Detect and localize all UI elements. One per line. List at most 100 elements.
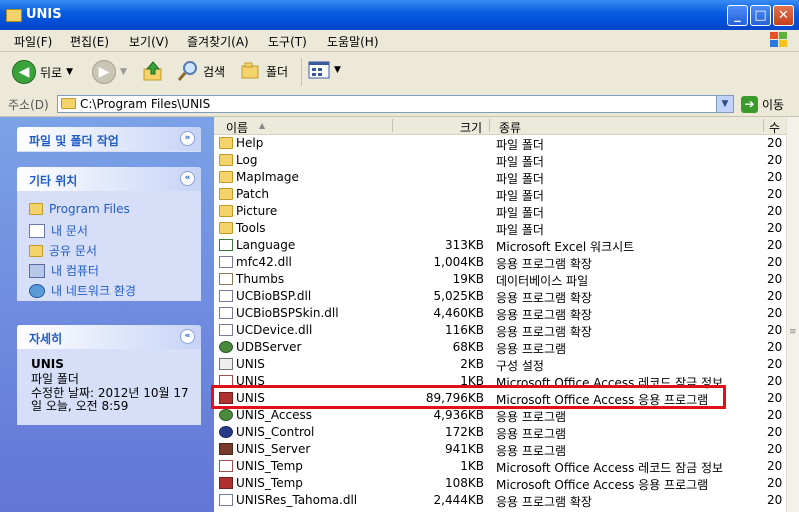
- file-row[interactable]: Patch 파일 폴더 20: [214, 186, 786, 203]
- column-divider[interactable]: [763, 119, 764, 132]
- file-row[interactable]: Picture 파일 폴더 20: [214, 203, 786, 220]
- file-row[interactable]: mfc42.dll 1,004KB 응용 프로그램 확장 20: [214, 254, 786, 271]
- up-folder-button[interactable]: [142, 60, 164, 82]
- views-button[interactable]: ▼: [308, 60, 341, 80]
- details-name: UNIS: [31, 357, 64, 371]
- file-row[interactable]: Log 파일 폴더 20: [214, 152, 786, 169]
- file-date: 20: [767, 187, 783, 201]
- link-my-documents[interactable]: 내 문서: [29, 222, 88, 239]
- file-row[interactable]: UNIS_Server 941KB 응용 프로그램 20: [214, 441, 786, 458]
- link-label: 내 컴퓨터: [51, 264, 99, 278]
- file-date: 20: [767, 221, 783, 235]
- file-row[interactable]: UNISRes_Tahoma.dll 2,444KB 응용 프로그램 확장 20: [214, 492, 786, 509]
- address-dropdown-icon[interactable]: ▼: [716, 96, 733, 112]
- file-size: 108KB: [444, 476, 484, 490]
- file-row[interactable]: UCBioBSP.dll 5,025KB 응용 프로그램 확장 20: [214, 288, 786, 305]
- forward-arrow-icon: ▶: [92, 60, 116, 84]
- file-row[interactable]: Help 파일 폴더 20: [214, 135, 786, 152]
- file-date: 20: [767, 306, 783, 320]
- file-name: mfc42.dll: [236, 255, 292, 269]
- windows-logo-icon: [770, 32, 787, 47]
- menu-favorites[interactable]: 즐겨찾기(A): [187, 33, 249, 50]
- address-input[interactable]: C:\Program Files\UNIS ▼: [57, 95, 734, 113]
- file-size: 941KB: [444, 442, 484, 456]
- file-row[interactable]: UCBioBSPSkin.dll 4,460KB 응용 프로그램 확장 20: [214, 305, 786, 322]
- link-my-network[interactable]: 내 네트워크 환경: [29, 282, 136, 299]
- back-button[interactable]: ◀ 뒤로 ▼: [12, 60, 73, 84]
- file-row[interactable]: Thumbs 19KB 데이터베이스 파일 20: [214, 271, 786, 288]
- menu-tools[interactable]: 도구(T): [268, 33, 307, 50]
- collapse-icon[interactable]: «: [180, 171, 195, 186]
- file-type: 응용 프로그램: [496, 410, 567, 424]
- collapse-icon[interactable]: «: [180, 329, 195, 344]
- file-name: MapImage: [236, 170, 299, 184]
- file-row[interactable]: Language 313KB Microsoft Excel 워크시트 20: [214, 237, 786, 254]
- minimize-button[interactable]: _: [727, 5, 748, 26]
- file-size: 2,444KB: [433, 493, 484, 507]
- file-name: UCBioBSP.dll: [236, 289, 312, 303]
- file-row[interactable]: UNIS_Temp 108KB Microsoft Office Access 응용…: [214, 475, 786, 492]
- file-date: 20: [767, 136, 783, 150]
- folders-button[interactable]: 폴더: [240, 60, 288, 82]
- link-program-files[interactable]: Program Files: [29, 202, 130, 216]
- column-divider[interactable]: [392, 119, 393, 132]
- file-name: UDBServer: [236, 340, 302, 354]
- panel-header[interactable]: 파일 및 폴더 작업 »: [17, 127, 201, 151]
- panel-header[interactable]: 기타 위치 «: [17, 167, 201, 191]
- file-name: Thumbs: [236, 272, 285, 286]
- vertical-scrollbar[interactable]: ≡: [786, 117, 799, 512]
- file-name: Log: [236, 153, 258, 167]
- menu-bar: 파일(F) 편집(E) 보기(V) 즐겨찾기(A) 도구(T) 도움말(H): [0, 30, 799, 52]
- forward-button[interactable]: ▶ ▼: [92, 60, 127, 84]
- column-type[interactable]: 종류: [499, 119, 521, 136]
- file-name: UNISRes_Tahoma.dll: [236, 493, 358, 507]
- column-size[interactable]: 크기: [460, 119, 482, 136]
- chevron-down-icon: ▼: [66, 67, 74, 77]
- file-row[interactable]: MapImage 파일 폴더 20: [214, 169, 786, 186]
- menu-edit[interactable]: 편집(E): [70, 33, 109, 50]
- back-label: 뒤로: [40, 65, 63, 80]
- file-size: 2KB: [460, 357, 484, 371]
- file-type: 파일 폴더: [496, 223, 544, 237]
- menu-help[interactable]: 도움말(H): [327, 33, 379, 50]
- link-label: 공유 문서: [49, 244, 97, 258]
- file-name: UNIS_Control: [236, 425, 315, 439]
- file-row[interactable]: UNIS_Temp 1KB Microsoft Office Access 레코드 …: [214, 458, 786, 475]
- app-icon: [219, 341, 233, 353]
- file-date: 20: [767, 272, 783, 286]
- file-date: 20: [767, 153, 783, 167]
- link-shared-documents[interactable]: 공유 문서: [29, 242, 97, 259]
- close-button[interactable]: ✕: [773, 5, 794, 26]
- file-row[interactable]: UNIS_Control 172KB 응용 프로그램 20: [214, 424, 786, 441]
- menu-file[interactable]: 파일(F): [14, 33, 52, 50]
- column-name[interactable]: 이름: [226, 119, 248, 136]
- config-icon: [219, 358, 233, 370]
- file-row[interactable]: UDBServer 68KB 응용 프로그램 20: [214, 339, 786, 356]
- file-date: 20: [767, 459, 783, 473]
- access-icon: [219, 477, 233, 489]
- panel-header[interactable]: 자세히 «: [17, 325, 201, 349]
- link-my-computer[interactable]: 내 컴퓨터: [29, 262, 99, 279]
- file-type: 응용 프로그램: [496, 444, 567, 458]
- file-name: UCDevice.dll: [236, 323, 313, 337]
- column-divider[interactable]: [489, 119, 490, 132]
- file-row[interactable]: UCDevice.dll 116KB 응용 프로그램 확장 20: [214, 322, 786, 339]
- maximize-button[interactable]: □: [750, 5, 771, 26]
- file-date: 20: [767, 391, 783, 405]
- file-name: Help: [236, 136, 264, 150]
- file-row[interactable]: UNIS_Access 4,936KB 응용 프로그램 20: [214, 407, 786, 424]
- column-date[interactable]: 수: [769, 119, 780, 136]
- back-arrow-icon: ◀: [12, 60, 36, 84]
- file-row[interactable]: Tools 파일 폴더 20: [214, 220, 786, 237]
- search-button[interactable]: 검색: [177, 60, 225, 82]
- file-name: UNIS_Access: [236, 408, 312, 422]
- expand-icon[interactable]: »: [180, 131, 195, 146]
- file-size: 68KB: [452, 340, 484, 354]
- file-type: 구성 설정: [496, 359, 544, 373]
- file-row[interactable]: UNIS 2KB 구성 설정 20: [214, 356, 786, 373]
- go-button[interactable]: ➔ 이동: [741, 96, 784, 113]
- menu-view[interactable]: 보기(V): [129, 33, 169, 50]
- file-size: 5,025KB: [433, 289, 484, 303]
- folder-icon: [29, 203, 43, 215]
- scrollbar-grip[interactable]: ≡: [789, 327, 797, 337]
